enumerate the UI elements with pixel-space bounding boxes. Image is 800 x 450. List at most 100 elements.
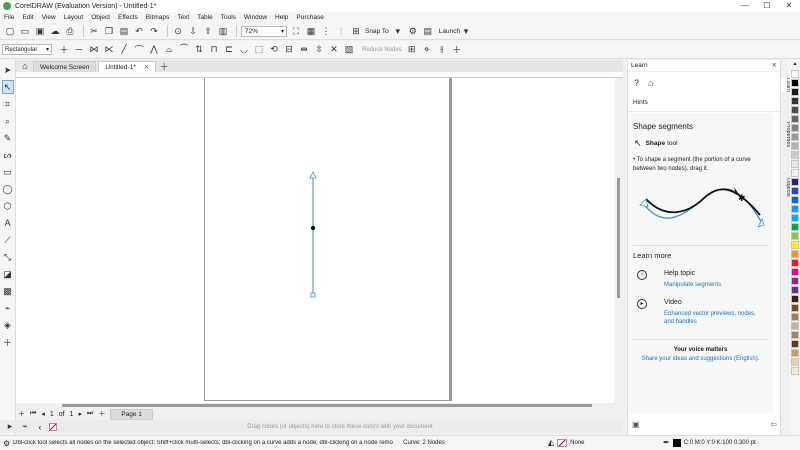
- snap-to-icon[interactable]: ⊞: [350, 25, 362, 37]
- palette-swatch[interactable]: [791, 340, 799, 348]
- delete-node-icon[interactable]: －: [73, 44, 85, 56]
- interactive-fill-icon[interactable]: ◈: [2, 318, 14, 332]
- rectangle-tool-icon[interactable]: ▭: [2, 165, 14, 179]
- extract-subpath-icon[interactable]: ⊏: [223, 44, 235, 56]
- paste-icon[interactable]: ▤: [118, 25, 130, 37]
- drop-shadow-icon[interactable]: ◪: [2, 267, 14, 281]
- eyedropper-tool-icon[interactable]: ⌁: [2, 301, 14, 315]
- menu-bitmaps[interactable]: Bitmaps: [146, 14, 169, 21]
- shape-tool-icon[interactable]: ↖: [1, 80, 14, 94]
- palette-swatch[interactable]: [791, 259, 799, 267]
- palette-swatch[interactable]: [791, 250, 799, 258]
- docker-options-icon[interactable]: ✕: [772, 60, 777, 72]
- launch-dropdown[interactable]: Launch: [439, 28, 460, 35]
- maximize-button[interactable]: ☐: [756, 0, 778, 12]
- palette-swatch[interactable]: [791, 232, 799, 240]
- menu-view[interactable]: View: [42, 14, 56, 21]
- palette-swatch[interactable]: [791, 331, 799, 339]
- print-icon[interactable]: ⎙: [64, 25, 76, 37]
- minimize-button[interactable]: —: [734, 0, 756, 12]
- palette-swatch[interactable]: [791, 151, 799, 159]
- ellipse-tool-icon[interactable]: ◯: [2, 182, 14, 196]
- extend-curve-icon[interactable]: ⊓: [208, 44, 220, 56]
- cut-icon[interactable]: ✂: [88, 25, 100, 37]
- full-screen-preview-icon[interactable]: ⛶: [290, 25, 302, 37]
- export-pdf-icon[interactable]: ▥: [217, 25, 229, 37]
- smooth-node-icon[interactable]: ⌓: [163, 44, 175, 56]
- chevron-down-icon[interactable]: ▾: [460, 25, 472, 37]
- select-all-nodes-icon[interactable]: ▧: [343, 44, 355, 56]
- palette-swatch[interactable]: [791, 304, 799, 312]
- add-page-after-icon[interactable]: ＋: [98, 409, 105, 419]
- menu-purchase[interactable]: Purchase: [296, 14, 323, 21]
- export-icon[interactable]: ⇧: [202, 25, 214, 37]
- vertical-scroll-thumb[interactable]: [617, 178, 620, 298]
- new-tab-icon[interactable]: ＋: [158, 60, 170, 72]
- palette-swatch[interactable]: [791, 241, 799, 249]
- palette-swatch[interactable]: [791, 115, 799, 123]
- open-folder-icon[interactable]: ▭: [19, 25, 31, 37]
- menu-help[interactable]: Help: [275, 14, 288, 21]
- chevron-down-icon[interactable]: ▾: [392, 25, 404, 37]
- horizontal-scroll-thumb[interactable]: [62, 404, 592, 407]
- menu-object[interactable]: Object: [91, 14, 110, 21]
- rulers-icon[interactable]: ▦: [305, 25, 317, 37]
- menu-tools[interactable]: Tools: [221, 14, 236, 21]
- reverse-direction-icon[interactable]: ⇅: [193, 44, 205, 56]
- align-nodes-icon[interactable]: ⊟: [283, 44, 295, 56]
- connector-tool-icon[interactable]: ⤡: [2, 250, 14, 264]
- import-icon[interactable]: ⇩: [187, 25, 199, 37]
- no-color-swatch[interactable]: [49, 422, 57, 431]
- selection-mode-select[interactable]: Rectangular: [2, 44, 52, 55]
- new-document-icon[interactable]: ▢: [4, 25, 16, 37]
- launcher-icon[interactable]: ▤: [422, 25, 434, 37]
- palette-swatch[interactable]: [791, 97, 799, 105]
- parallel-dimension-icon[interactable]: ⟋: [2, 233, 14, 247]
- palette-swatch[interactable]: [791, 169, 799, 177]
- grid-icon[interactable]: ⋮: [320, 25, 332, 37]
- hints-icon[interactable]: ?: [634, 78, 639, 88]
- add-tool-icon[interactable]: ＋: [2, 335, 14, 349]
- palette-swatch[interactable]: [791, 358, 799, 366]
- palette-swatch[interactable]: [791, 142, 799, 150]
- copy-icon[interactable]: ❐: [103, 25, 115, 37]
- add-toolbar-item-icon[interactable]: ＋: [451, 44, 463, 56]
- reduce-nodes-button[interactable]: Reduce Nodes: [362, 47, 402, 53]
- palette-swatch[interactable]: [791, 205, 799, 213]
- last-page-icon[interactable]: ⏭: [87, 410, 93, 418]
- palette-swatch[interactable]: [791, 133, 799, 141]
- pick-tool-icon[interactable]: ➤: [2, 63, 14, 77]
- node-sliders-icon[interactable]: ⫲: [436, 44, 448, 56]
- save-icon[interactable]: ▣: [34, 25, 46, 37]
- palette-scroll-up-icon[interactable]: ▴: [790, 60, 800, 70]
- reflect-horizontal-icon[interactable]: ⇹: [298, 44, 310, 56]
- palette-swatch[interactable]: [791, 79, 799, 87]
- previous-page-icon[interactable]: ◂: [41, 410, 45, 418]
- to-line-icon[interactable]: ╱: [118, 44, 130, 56]
- eyedropper-icon[interactable]: ⌁: [19, 421, 31, 433]
- guidelines-icon[interactable]: ⫶: [335, 25, 347, 37]
- elastic-mode-icon[interactable]: ✕: [328, 44, 340, 56]
- palette-swatch[interactable]: [791, 88, 799, 96]
- vertical-scrollbar[interactable]: [615, 78, 623, 403]
- page-1-tab[interactable]: Page 1: [110, 408, 153, 420]
- palette-swatch[interactable]: [791, 286, 799, 294]
- palette-swatch[interactable]: [791, 70, 799, 78]
- zoom-tool-icon[interactable]: ⌕: [2, 114, 14, 128]
- palette-swatch[interactable]: [791, 214, 799, 222]
- home-icon[interactable]: ⌂: [19, 60, 31, 72]
- palette-swatch[interactable]: [791, 295, 799, 303]
- stretch-nodes-icon[interactable]: ⬚: [253, 44, 265, 56]
- add-page-before-icon[interactable]: ＋: [18, 409, 25, 419]
- polygon-tool-icon[interactable]: ⬡: [2, 199, 14, 213]
- search-content-icon[interactable]: ⊙: [172, 25, 184, 37]
- palette-swatch[interactable]: [791, 277, 799, 285]
- palette-swatch[interactable]: [791, 322, 799, 330]
- symmetrical-node-icon[interactable]: ⏜: [178, 44, 190, 56]
- curve-smoothness-icon[interactable]: ⊞: [406, 44, 418, 56]
- join-nodes-icon[interactable]: ⋈: [88, 44, 100, 56]
- redo-icon[interactable]: ↷: [148, 25, 160, 37]
- crop-tool-icon[interactable]: ⌗: [2, 97, 14, 111]
- menu-table[interactable]: Table: [197, 14, 213, 21]
- palette-swatch[interactable]: [791, 178, 799, 186]
